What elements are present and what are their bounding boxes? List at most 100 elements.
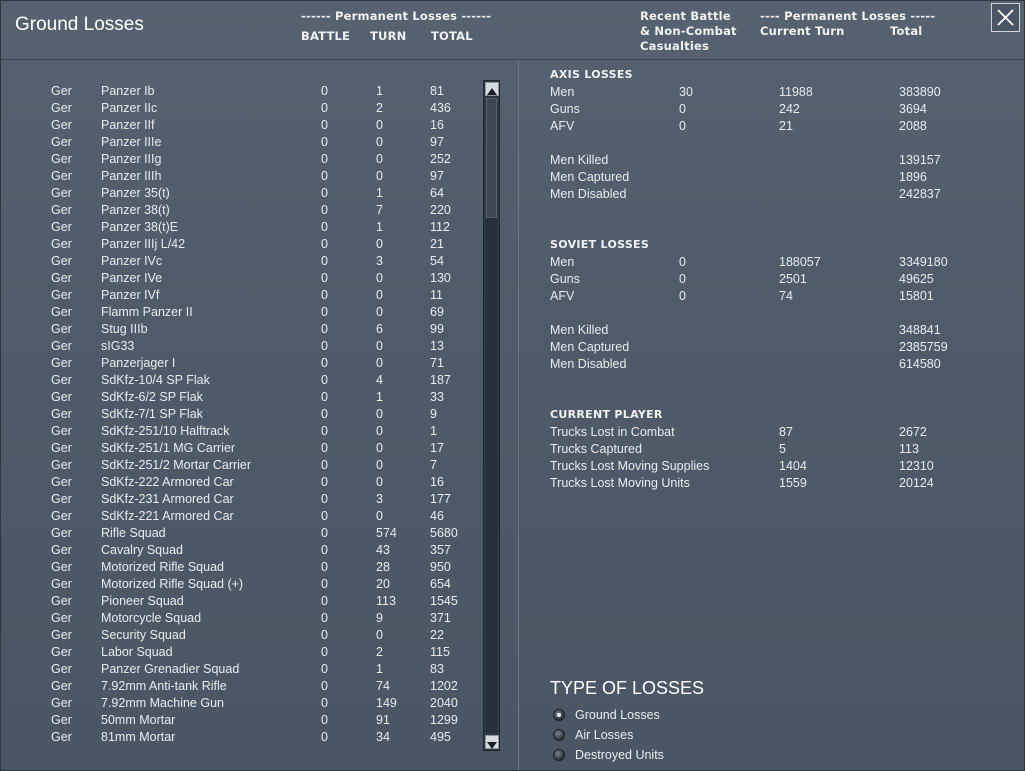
loss-cell-battle: 0	[321, 509, 328, 523]
trucks-lost-units-row: Trucks Lost Moving Units 1559 20124	[550, 476, 934, 490]
loss-cell-nat: Ger	[51, 254, 72, 268]
loss-row: Ger Panzer IIIh 0 0 97	[2, 169, 482, 186]
loss-cell-battle: 0	[321, 84, 328, 98]
loss-cell-total: 97	[430, 169, 444, 183]
soviet-men-killed-row: Men Killed 348841	[550, 323, 941, 337]
close-button[interactable]	[991, 3, 1020, 32]
soviet-men-disabled-row: Men Disabled 614580	[550, 357, 941, 371]
trucks-captured-row: Trucks Captured 5 113	[550, 442, 919, 456]
loss-cell-name: Panzer 38(t)	[101, 203, 170, 217]
loss-cell-total: 495	[430, 730, 451, 744]
loss-cell-name: Motorcycle Squad	[101, 611, 202, 625]
loss-cell-turn: 0	[376, 356, 383, 370]
loss-cell-nat: Ger	[51, 373, 72, 387]
loss-cell-nat: Ger	[51, 560, 72, 574]
radio-checked-icon[interactable]	[553, 709, 565, 721]
loss-cell-turn: 4	[376, 373, 383, 387]
loss-cell-battle: 0	[321, 713, 328, 727]
scroll-up-button[interactable]	[485, 82, 499, 96]
loss-row: Ger Panzer IVf 0 0 11	[2, 288, 482, 305]
loss-cell-turn: 1	[376, 662, 383, 676]
loss-cell-nat: Ger	[51, 237, 72, 251]
scroll-down-button[interactable]	[485, 735, 499, 749]
loss-cell-turn: 1	[376, 84, 383, 98]
loss-cell-name: Panzer 35(t)	[101, 186, 170, 200]
loss-cell-battle: 0	[321, 611, 328, 625]
loss-cell-total: 11	[430, 288, 443, 302]
loss-cell-battle: 0	[321, 101, 328, 115]
axis-men-killed-row: Men Killed 139157	[550, 153, 941, 167]
loss-cell-battle: 0	[321, 594, 328, 608]
soviet-losses-heading: SOVIET LOSSES	[550, 238, 650, 251]
loss-row: Ger SdKfz-221 Armored Car 0 0 46	[2, 509, 482, 526]
loss-cell-nat: Ger	[51, 424, 72, 438]
unit-losses-list[interactable]: Ger Panzer Ib 0 1 81 Ger Panzer IIc 0 2 436 Ger Pan…	[2, 84, 482, 747]
loss-cell-total: 436	[430, 101, 451, 115]
axis-losses-heading: AXIS LOSSES	[550, 68, 633, 81]
loss-cell-nat: Ger	[51, 628, 72, 642]
vertical-scrollbar[interactable]	[483, 80, 500, 751]
loss-cell-name: Cavalry Squad	[101, 543, 183, 557]
loss-cell-turn: 574	[376, 526, 397, 540]
loss-row: Ger Panzer IIf 0 0 16	[2, 118, 482, 135]
scroll-thumb[interactable]	[486, 98, 497, 218]
loss-row: Ger Cavalry Squad 0 43 357	[2, 543, 482, 560]
trucks-lost-combat-row: Trucks Lost in Combat 87 2672	[550, 425, 927, 439]
loss-cell-nat: Ger	[51, 407, 72, 421]
loss-row: Ger Panzer 35(t) 0 1 64	[2, 186, 482, 203]
soviet-men-captured-row: Men Captured 2385759	[550, 340, 948, 354]
loss-cell-nat: Ger	[51, 509, 72, 523]
loss-cell-battle: 0	[321, 186, 328, 200]
loss-cell-total: 97	[430, 135, 444, 149]
loss-cell-turn: 0	[376, 339, 383, 353]
loss-row: Ger Rifle Squad 0 574 5680	[2, 526, 482, 543]
loss-row: Ger 7.92mm Anti-tank Rifle 0 74 1202	[2, 679, 482, 696]
loss-cell-nat: Ger	[51, 458, 72, 472]
loss-cell-total: 1299	[430, 713, 458, 727]
ground-losses-window: Ground Losses ------ Permanent Losses --…	[0, 0, 1025, 771]
loss-cell-turn: 0	[376, 135, 383, 149]
loss-row: Ger SdKfz-222 Armored Car 0 0 16	[2, 475, 482, 492]
loss-cell-name: Security Squad	[101, 628, 186, 642]
loss-cell-total: 21	[430, 237, 444, 251]
loss-cell-battle: 0	[321, 407, 328, 421]
loss-row: Ger SdKfz-231 Armored Car 0 3 177	[2, 492, 482, 509]
loss-cell-nat: Ger	[51, 696, 72, 710]
radio-unchecked-icon[interactable]	[553, 729, 565, 741]
loss-cell-name: Panzer IIIg	[101, 152, 162, 166]
loss-row: Ger SdKfz-7/1 SP Flak 0 0 9	[2, 407, 482, 424]
loss-cell-nat: Ger	[51, 152, 72, 166]
loss-cell-total: 22	[430, 628, 444, 642]
loss-row: Ger Panzer IIIg 0 0 252	[2, 152, 482, 169]
column-header-current-turn: Current Turn	[760, 24, 845, 38]
loss-cell-turn: 1	[376, 220, 383, 234]
loss-cell-turn: 0	[376, 475, 383, 489]
loss-row: Ger Flamm Panzer II 0 0 69	[2, 305, 482, 322]
close-icon	[997, 9, 1014, 26]
loss-cell-battle: 0	[321, 492, 328, 506]
loss-cell-turn: 2	[376, 645, 383, 659]
axis-men-captured-row: Men Captured 1896	[550, 170, 927, 184]
loss-cell-battle: 0	[321, 203, 328, 217]
loss-cell-battle: 0	[321, 560, 328, 574]
loss-cell-total: 16	[430, 118, 444, 132]
loss-cell-nat: Ger	[51, 730, 72, 744]
loss-cell-total: 187	[430, 373, 451, 387]
loss-cell-total: 220	[430, 203, 451, 217]
loss-cell-turn: 0	[376, 152, 383, 166]
loss-cell-turn: 43	[376, 543, 390, 557]
loss-cell-name: 81mm Mortar	[101, 730, 176, 744]
loss-cell-total: 54	[430, 254, 444, 268]
loss-row: Ger Panzer IIIe 0 0 97	[2, 135, 482, 152]
loss-cell-name: Pioneer Squad	[101, 594, 184, 608]
loss-cell-total: 69	[430, 305, 444, 319]
loss-cell-turn: 1	[376, 390, 383, 404]
type-of-losses-title: TYPE OF LOSSES	[550, 678, 705, 698]
loss-cell-turn: 0	[376, 628, 383, 642]
right-permanent-losses-group-label: ---- Permanent Losses -----	[760, 9, 936, 23]
column-header-total: TOTAL	[431, 29, 473, 43]
radio-unchecked-icon[interactable]	[553, 749, 565, 761]
loss-row: Ger Panzer 38(t)E 0 1 112	[2, 220, 482, 237]
loss-row: Ger SdKfz-10/4 SP Flak 0 4 187	[2, 373, 482, 390]
loss-cell-turn: 28	[376, 560, 390, 574]
